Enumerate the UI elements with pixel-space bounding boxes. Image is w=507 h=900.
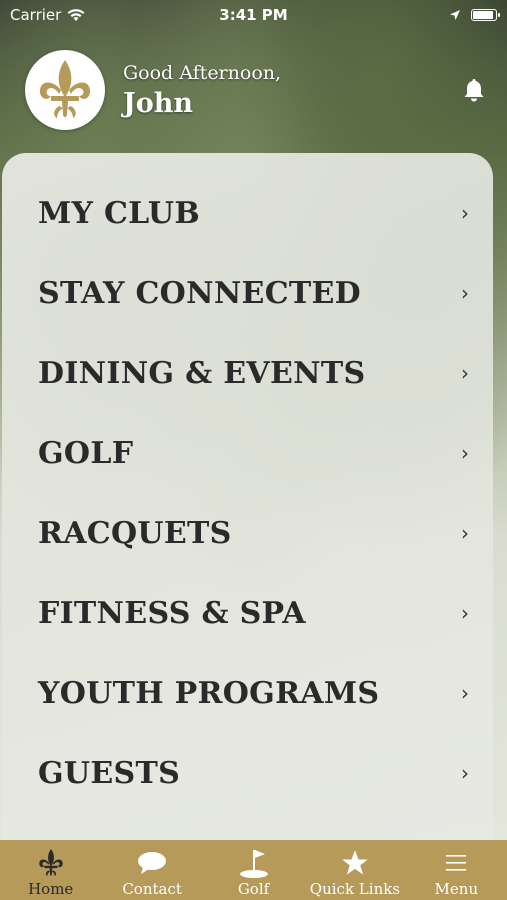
tab-bar: Home Contact Golf Quick Links Menu: [0, 840, 507, 900]
tab-quick-links[interactable]: Quick Links: [304, 840, 405, 900]
tab-contact[interactable]: Contact: [101, 840, 202, 900]
location-arrow-icon: [450, 10, 460, 20]
notifications-button[interactable]: [461, 76, 487, 104]
battery-icon: [471, 9, 500, 21]
star-icon: [342, 850, 368, 875]
chevron-right-icon: ›: [461, 361, 469, 385]
menu-item-youth-programs[interactable]: YOUTH PROGRAMS ›: [2, 653, 493, 733]
golf-flag-icon: [239, 850, 268, 878]
menu-item-label: DINING & EVENTS: [38, 355, 366, 391]
menu-item-dining-events[interactable]: DINING & EVENTS ›: [2, 333, 493, 413]
chevron-right-icon: ›: [461, 201, 469, 225]
chevron-right-icon: ›: [461, 441, 469, 465]
tab-label: Menu: [434, 880, 479, 898]
menu-item-stay-connected[interactable]: STAY CONNECTED ›: [2, 253, 493, 333]
menu-item-label: RACQUETS: [38, 515, 232, 551]
club-logo: [25, 50, 105, 130]
chevron-right-icon: ›: [461, 521, 469, 545]
menu-item-label: YOUTH PROGRAMS: [38, 675, 380, 711]
greeting-text: Good Afternoon,: [123, 61, 282, 84]
chevron-right-icon: ›: [461, 281, 469, 305]
tab-label: Golf: [237, 880, 270, 898]
menu-item-golf[interactable]: GOLF ›: [2, 413, 493, 493]
menu-item-label: GUESTS: [38, 755, 181, 791]
main-menu: MY CLUB › STAY CONNECTED › DINING & EVEN…: [2, 153, 493, 843]
greeting-block: Good Afternoon, John: [123, 62, 461, 119]
carrier-label: Carrier: [10, 6, 62, 24]
user-name: John: [123, 87, 194, 119]
menu-item-guests[interactable]: GUESTS ›: [2, 733, 493, 813]
tab-golf[interactable]: Golf: [203, 840, 304, 900]
tab-label: Contact: [122, 880, 182, 898]
menu-item-label: FITNESS & SPA: [38, 595, 306, 631]
menu-item-label: STAY CONNECTED: [38, 275, 361, 311]
chat-bubble-icon: [138, 852, 167, 874]
menu-item-label: GOLF: [38, 435, 134, 471]
tab-menu[interactable]: Menu: [406, 840, 507, 900]
tab-label: Quick Links: [309, 880, 401, 898]
menu-item-my-club[interactable]: MY CLUB ›: [2, 173, 493, 253]
menu-item-label: MY CLUB: [38, 195, 201, 231]
menu-item-fitness-spa[interactable]: FITNESS & SPA ›: [2, 573, 493, 653]
tab-home[interactable]: Home: [0, 840, 101, 900]
status-bar: Carrier 3:41 PM: [0, 0, 507, 30]
bell-icon: [464, 79, 484, 102]
menu-item-racquets[interactable]: RACQUETS ›: [2, 493, 493, 573]
header: Good Afternoon, John: [25, 48, 487, 132]
chevron-right-icon: ›: [461, 601, 469, 625]
fleur-de-lis-logo-icon: [39, 60, 91, 118]
tab-label: Home: [28, 880, 74, 898]
hamburger-icon: [446, 855, 467, 871]
chevron-right-icon: ›: [461, 761, 469, 785]
fleur-de-lis-icon: [38, 849, 63, 877]
wifi-icon: [67, 8, 85, 21]
chevron-right-icon: ›: [461, 681, 469, 705]
